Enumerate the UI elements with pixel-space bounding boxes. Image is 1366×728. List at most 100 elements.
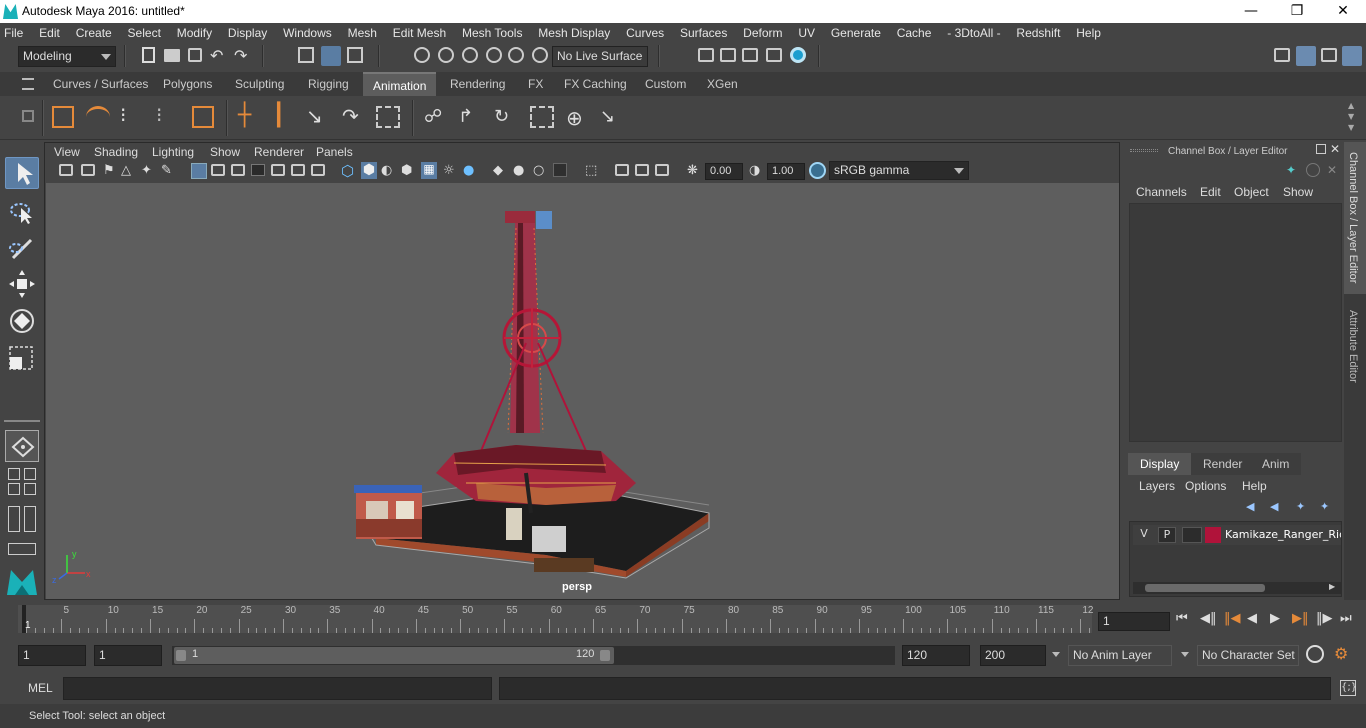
- tab-curves-surfaces[interactable]: Curves / Surfaces: [45, 72, 156, 96]
- playback-end-field[interactable]: 120: [902, 645, 970, 666]
- render-current-frame-icon[interactable]: [720, 48, 736, 62]
- paint-select-tool-icon[interactable]: [5, 232, 39, 264]
- move-layer-up-icon[interactable]: ◀: [1246, 500, 1254, 513]
- step-back-key-icon[interactable]: ‖◀: [1224, 611, 1241, 626]
- layer-scrollbar[interactable]: ▶: [1133, 582, 1341, 594]
- select-object-icon[interactable]: [321, 46, 341, 66]
- scroll-right-icon[interactable]: ▶: [1329, 582, 1335, 591]
- manipulator-icon[interactable]: [1306, 163, 1320, 177]
- pole-vector-icon[interactable]: ↘: [600, 106, 624, 128]
- script-language-label[interactable]: MEL: [28, 681, 53, 695]
- viewport-menu-renderer[interactable]: Renderer: [254, 145, 304, 159]
- viewport-menu-view[interactable]: View: [54, 145, 80, 159]
- menu-modify[interactable]: Modify: [171, 23, 218, 43]
- float-panel-icon[interactable]: [1316, 144, 1326, 154]
- step-back-frame-icon[interactable]: ◀‖: [1200, 611, 1217, 626]
- menu-display[interactable]: Display: [222, 23, 273, 43]
- parent-constraint-icon[interactable]: ☍: [424, 106, 448, 128]
- viewport-menu-panels[interactable]: Panels: [316, 145, 353, 159]
- menu-help[interactable]: Help: [1070, 23, 1107, 43]
- motion-blur-icon[interactable]: ◆: [493, 163, 511, 181]
- script-editor-icon[interactable]: {;}: [1340, 680, 1357, 696]
- motion-trail-icon[interactable]: [86, 106, 110, 128]
- layer-name[interactable]: Kamikaze_Ranger_Ride: [1225, 528, 1341, 541]
- color-management-icon[interactable]: [809, 162, 826, 179]
- lasso-tool-icon[interactable]: [5, 196, 39, 228]
- aim-constraint-icon[interactable]: ⊕: [566, 106, 590, 130]
- film-gate-toggle-icon[interactable]: [211, 164, 225, 176]
- anim-layer-arrow-icon[interactable]: [1052, 652, 1060, 657]
- menu-curves[interactable]: Curves: [620, 23, 670, 43]
- persp-graph-layout-icon[interactable]: [8, 483, 20, 495]
- play-backwards-icon[interactable]: ◀: [1247, 611, 1257, 626]
- channels-menu[interactable]: Channels: [1136, 185, 1187, 199]
- current-frame-field[interactable]: 1: [1098, 612, 1170, 631]
- menu-select[interactable]: Select: [122, 23, 167, 43]
- tab-polygons[interactable]: Polygons: [155, 72, 220, 96]
- menu-deform[interactable]: Deform: [737, 23, 788, 43]
- menu-uv[interactable]: UV: [792, 23, 821, 43]
- layer-color-swatch[interactable]: [1205, 527, 1221, 543]
- new-layer-selected-icon[interactable]: ✦: [1320, 500, 1329, 513]
- animation-start-field[interactable]: 1: [18, 645, 86, 666]
- viewport-menu-lighting[interactable]: Lighting: [152, 145, 194, 159]
- tab-rendering[interactable]: Rendering: [442, 72, 513, 96]
- menu-generate[interactable]: Generate: [825, 23, 887, 43]
- open-scene-icon[interactable]: [164, 49, 180, 62]
- render-settings-icon[interactable]: [766, 48, 782, 62]
- go-to-start-icon[interactable]: ⏮: [1176, 611, 1188, 626]
- select-camera-icon[interactable]: [59, 164, 73, 176]
- menu-edit[interactable]: Edit: [33, 23, 66, 43]
- time-slider[interactable]: 1 5 10 15 20 25 30 35 40 45 50 55 60 65 70 75 80 85 90 95 1…: [18, 605, 1093, 633]
- layers-menu[interactable]: Layers: [1139, 479, 1175, 493]
- lock-camera-icon[interactable]: [81, 164, 95, 176]
- wireframe-icon[interactable]: ⬡: [341, 162, 359, 180]
- show-menu[interactable]: Show: [1283, 185, 1313, 199]
- xray-joints-icon[interactable]: [615, 164, 629, 176]
- bake-animation-icon[interactable]: [192, 106, 214, 128]
- new-scene-icon[interactable]: [142, 47, 155, 63]
- edit-menu[interactable]: Edit: [1200, 185, 1221, 199]
- snap-curve-icon[interactable]: [438, 47, 454, 63]
- menu-mesh-tools[interactable]: Mesh Tools: [456, 23, 528, 43]
- ipr-render-icon[interactable]: [742, 48, 758, 62]
- live-surface-field[interactable]: No Live Surface: [552, 46, 648, 67]
- menu-file[interactable]: File: [0, 23, 29, 43]
- move-tool-icon[interactable]: [5, 268, 39, 300]
- maximize-button[interactable]: ❐: [1274, 0, 1320, 23]
- exposure-field[interactable]: 0.00: [705, 163, 743, 180]
- menu-redshift[interactable]: Redshift: [1010, 23, 1066, 43]
- menu-create[interactable]: Create: [70, 23, 118, 43]
- resolution-gate-icon[interactable]: [231, 164, 245, 176]
- side-tab-channel-box[interactable]: Channel Box / Layer Editor: [1344, 142, 1366, 294]
- panel-drag-handle[interactable]: [1130, 149, 1158, 152]
- safe-title-icon[interactable]: [311, 164, 325, 176]
- outliner-layout-icon[interactable]: [8, 506, 20, 532]
- textured-icon[interactable]: ⬢: [401, 163, 419, 181]
- single-perspective-layout-icon[interactable]: [5, 430, 39, 462]
- scale-tool-icon[interactable]: [5, 342, 39, 374]
- persp-hypershade-layout-icon[interactable]: [24, 483, 36, 495]
- speed-icon[interactable]: ✕: [1327, 163, 1337, 177]
- tab-rigging[interactable]: Rigging: [300, 72, 357, 96]
- point-constraint-icon[interactable]: ↱: [458, 106, 482, 128]
- layer-playback-toggle[interactable]: P: [1158, 527, 1176, 543]
- tab-fx[interactable]: FX: [520, 72, 551, 96]
- redo-icon[interactable]: ↷: [234, 46, 252, 65]
- unghost-icon[interactable]: ⁝: [156, 105, 182, 128]
- safe-action-icon[interactable]: [291, 164, 305, 176]
- ik-handle-icon[interactable]: ↘: [306, 106, 330, 128]
- scale-constraint-icon[interactable]: [530, 106, 554, 128]
- view-transform-dropdown[interactable]: sRGB gamma: [829, 161, 969, 180]
- anim-layer-field[interactable]: No Anim Layer: [1068, 645, 1172, 666]
- character-set-arrow-icon[interactable]: [1181, 652, 1189, 657]
- animation-preferences-icon[interactable]: ⚙: [1334, 644, 1348, 663]
- range-slider-handle[interactable]: 1 120: [174, 647, 614, 664]
- tab-xgen[interactable]: XGen: [699, 72, 746, 96]
- viewport-menu-shading[interactable]: Shading: [94, 145, 138, 159]
- close-button[interactable]: ✕: [1320, 0, 1366, 23]
- attribute-editor-toggle-icon[interactable]: [1321, 48, 1337, 62]
- range-slider[interactable]: 1 120: [172, 646, 895, 665]
- layout-options-icon[interactable]: [8, 543, 36, 555]
- select-tool-icon[interactable]: [5, 157, 39, 189]
